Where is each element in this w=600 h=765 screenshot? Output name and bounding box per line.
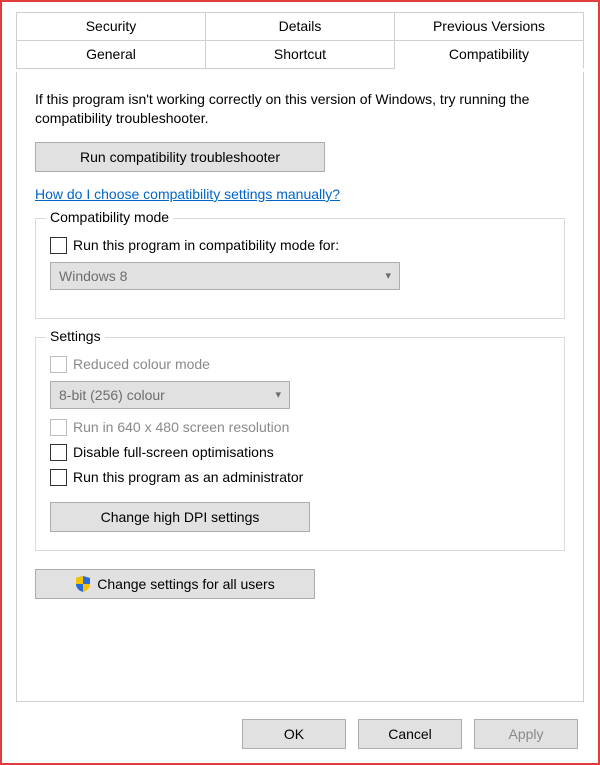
reduced-colour-label: Reduced colour mode xyxy=(73,356,210,372)
run-as-admin-checkbox[interactable] xyxy=(50,469,67,486)
change-dpi-button[interactable]: Change high DPI settings xyxy=(50,502,310,532)
compatibility-panel: If this program isn't working correctly … xyxy=(16,72,584,702)
compat-mode-checkbox-label: Run this program in compatibility mode f… xyxy=(73,237,339,253)
tab-general[interactable]: General xyxy=(16,40,206,69)
chevron-down-icon: ▾ xyxy=(275,388,281,401)
chevron-down-icon: ▾ xyxy=(385,269,391,282)
tab-compatibility[interactable]: Compatibility xyxy=(395,40,584,69)
cancel-button[interactable]: Cancel xyxy=(358,719,462,749)
properties-dialog: Security Details Previous Versions Gener… xyxy=(0,0,600,765)
dialog-buttons: OK Cancel Apply xyxy=(242,719,578,749)
tab-security[interactable]: Security xyxy=(16,12,206,41)
change-all-users-button[interactable]: Change settings for all users xyxy=(35,569,315,599)
compat-mode-group: Compatibility mode Run this program in c… xyxy=(35,218,565,319)
change-all-users-label: Change settings for all users xyxy=(97,576,274,592)
run-as-admin-label: Run this program as an administrator xyxy=(73,469,303,485)
run-640-checkbox xyxy=(50,419,67,436)
disable-fullscreen-label: Disable full-screen optimisations xyxy=(73,444,274,460)
apply-button[interactable]: Apply xyxy=(474,719,578,749)
colour-dropdown-value: 8-bit (256) colour xyxy=(59,387,165,403)
compat-mode-legend: Compatibility mode xyxy=(46,209,173,225)
compat-mode-checkbox[interactable] xyxy=(50,237,67,254)
tab-shortcut[interactable]: Shortcut xyxy=(206,40,395,69)
settings-legend: Settings xyxy=(46,328,105,344)
reduced-colour-checkbox xyxy=(50,356,67,373)
compat-mode-dropdown[interactable]: Windows 8 ▾ xyxy=(50,262,400,290)
tab-details[interactable]: Details xyxy=(206,12,395,41)
help-link[interactable]: How do I choose compatibility settings m… xyxy=(35,186,565,202)
run-640-label: Run in 640 x 480 screen resolution xyxy=(73,419,289,435)
colour-dropdown: 8-bit (256) colour ▾ xyxy=(50,381,290,409)
ok-button[interactable]: OK xyxy=(242,719,346,749)
intro-text: If this program isn't working correctly … xyxy=(35,90,565,128)
tab-previous-versions[interactable]: Previous Versions xyxy=(395,12,584,41)
run-troubleshooter-button[interactable]: Run compatibility troubleshooter xyxy=(35,142,325,172)
compat-mode-dropdown-value: Windows 8 xyxy=(59,268,127,284)
settings-group: Settings Reduced colour mode 8-bit (256)… xyxy=(35,337,565,551)
tab-strip: Security Details Previous Versions Gener… xyxy=(16,12,584,69)
disable-fullscreen-checkbox[interactable] xyxy=(50,444,67,461)
shield-icon xyxy=(75,576,91,592)
